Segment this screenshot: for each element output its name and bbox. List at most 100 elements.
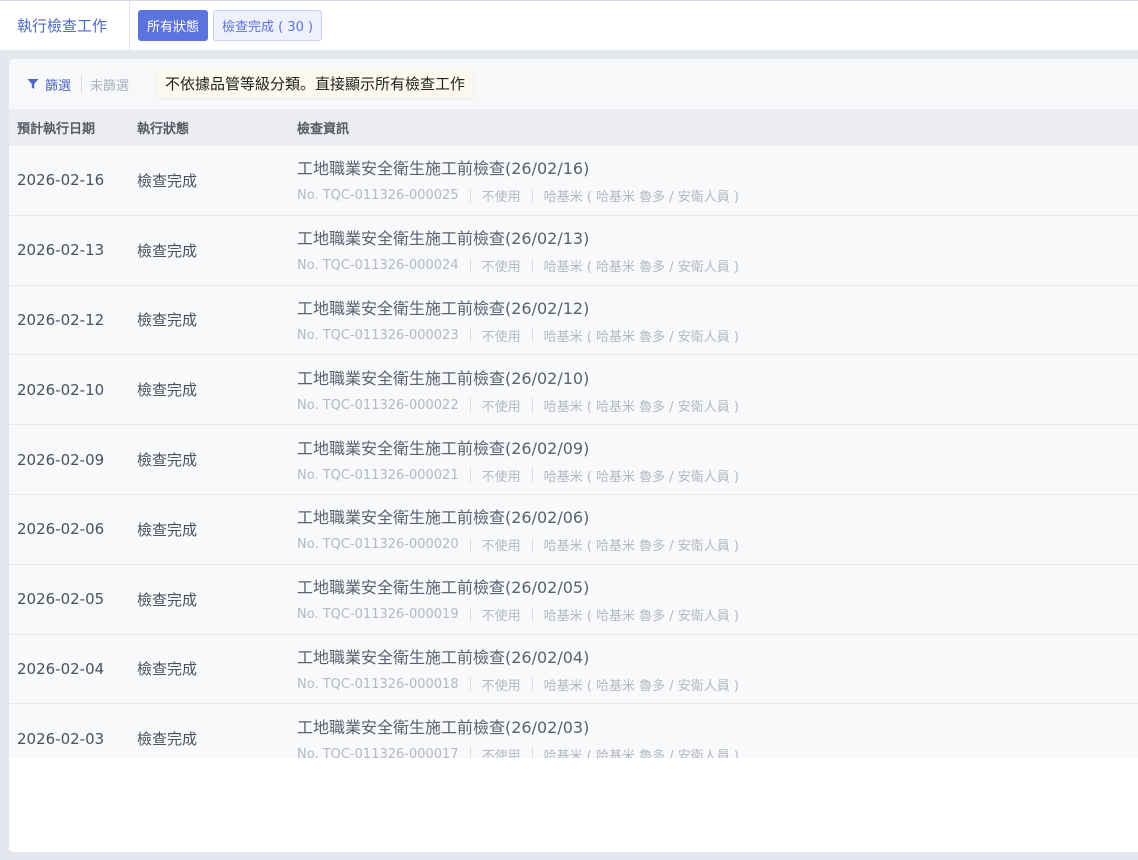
top-bar: 執行檢查工作 所有狀態 檢查完成 ( 30 ) <box>0 0 1138 51</box>
meta-divider <box>469 328 471 343</box>
row-meta: No. TQC-011326-000025 不使用 哈基米 ( 哈基米 魯多 /… <box>297 186 1138 205</box>
row-usage: 不使用 <box>481 190 521 206</box>
column-header-info: 檢查資訊 <box>297 122 350 137</box>
table-row[interactable]: 2026-02-06 檢查完成 工地職業安全衛生施工前檢查(26/02/06) … <box>9 494 1138 565</box>
row-status: 檢查完成 <box>137 590 198 609</box>
row-person: 哈基米 ( 哈基米 魯多 / 安衛人員 ) <box>543 190 739 206</box>
filter-button-label: 篩選 <box>45 78 72 94</box>
meta-divider <box>531 398 533 413</box>
row-title: 工地職業安全衛生施工前檢查(26/02/16) <box>297 159 590 179</box>
table-row[interactable]: 2026-02-10 檢查完成 工地職業安全衛生施工前檢查(26/02/10) … <box>9 355 1138 426</box>
row-meta: No. TQC-011326-000018 不使用 哈基米 ( 哈基米 魯多 /… <box>297 675 1138 694</box>
row-number: No. TQC-011326-000021 <box>297 467 459 483</box>
meta-divider <box>469 398 471 413</box>
row-info: 工地職業安全衛生施工前檢查(26/02/09) No. TQC-011326-0… <box>297 435 1138 485</box>
meta-divider <box>469 677 471 692</box>
filter-divider <box>81 74 83 94</box>
meta-divider <box>469 188 471 203</box>
table-row[interactable]: 2026-02-04 檢查完成 工地職業安全衛生施工前檢查(26/02/04) … <box>9 634 1138 705</box>
row-number: No. TQC-011326-000025 <box>297 188 459 204</box>
meta-divider <box>531 328 533 343</box>
row-info: 工地職業安全衛生施工前檢查(26/02/13) No. TQC-011326-0… <box>297 225 1138 275</box>
row-number: No. TQC-011326-000020 <box>297 537 459 553</box>
meta-divider <box>531 468 533 483</box>
filter-bar: 篩選 未篩選 不依據品管等級分類。直接顯示所有檢查工作 <box>9 59 1138 109</box>
table-row[interactable]: 2026-02-12 檢查完成 工地職業安全衛生施工前檢查(26/02/12) … <box>9 285 1138 356</box>
row-number: No. TQC-011326-000022 <box>297 397 459 413</box>
row-info: 工地職業安全衛生施工前檢查(26/02/03) No. TQC-011326-0… <box>297 714 1138 764</box>
row-usage: 不使用 <box>481 399 521 415</box>
row-person: 哈基米 ( 哈基米 魯多 / 安衛人員 ) <box>543 260 739 276</box>
row-status: 檢查完成 <box>137 520 198 539</box>
row-date: 2026-02-10 <box>17 380 105 399</box>
row-meta: No. TQC-011326-000024 不使用 哈基米 ( 哈基米 魯多 /… <box>297 256 1138 275</box>
row-date: 2026-02-09 <box>17 450 105 469</box>
row-title: 工地職業安全衛生施工前檢查(26/02/13) <box>297 229 590 249</box>
row-date: 2026-02-04 <box>17 659 105 678</box>
task-list-panel: 篩選 未篩選 不依據品管等級分類。直接顯示所有檢查工作 預計執行日期 執行狀態 … <box>9 59 1138 852</box>
row-number: No. TQC-011326-000019 <box>297 607 459 623</box>
row-date: 2026-02-12 <box>17 310 105 329</box>
row-status: 檢查完成 <box>137 730 198 749</box>
row-date: 2026-02-16 <box>17 171 105 190</box>
filter-button[interactable]: 篩選 <box>27 75 71 94</box>
row-info: 工地職業安全衛生施工前檢查(26/02/05) No. TQC-011326-0… <box>297 574 1138 624</box>
row-number: No. TQC-011326-000018 <box>297 676 459 692</box>
row-usage: 不使用 <box>481 469 521 485</box>
row-usage: 不使用 <box>481 329 521 345</box>
meta-divider <box>469 537 471 552</box>
meta-divider <box>469 258 471 273</box>
table-row[interactable]: 2026-02-16 檢查完成 工地職業安全衛生施工前檢查(26/02/16) … <box>9 146 1138 216</box>
meta-divider <box>531 188 533 203</box>
table-body: 2026-02-16 檢查完成 工地職業安全衛生施工前檢查(26/02/16) … <box>9 146 1138 805</box>
row-title: 工地職業安全衛生施工前檢查(26/02/05) <box>297 578 590 598</box>
row-usage: 不使用 <box>481 260 521 276</box>
table-row[interactable]: 2026-02-09 檢查完成 工地職業安全衛生施工前檢查(26/02/09) … <box>9 425 1138 495</box>
row-meta: No. TQC-011326-000022 不使用 哈基米 ( 哈基米 魯多 /… <box>297 396 1138 415</box>
row-info: 工地職業安全衛生施工前檢查(26/02/16) No. TQC-011326-0… <box>297 155 1138 205</box>
row-status: 檢查完成 <box>137 241 198 260</box>
row-meta: No. TQC-011326-000020 不使用 哈基米 ( 哈基米 魯多 /… <box>297 535 1138 554</box>
filter-icon <box>27 79 39 89</box>
row-number: No. TQC-011326-000024 <box>297 258 459 274</box>
row-person: 哈基米 ( 哈基米 魯多 / 安衛人員 ) <box>543 609 739 625</box>
row-meta: No. TQC-011326-000023 不使用 哈基米 ( 哈基米 魯多 /… <box>297 326 1138 345</box>
meta-divider <box>469 468 471 483</box>
row-person: 哈基米 ( 哈基米 魯多 / 安衛人員 ) <box>543 539 739 555</box>
row-usage: 不使用 <box>481 609 521 625</box>
row-title: 工地職業安全衛生施工前檢查(26/02/04) <box>297 647 590 667</box>
row-date: 2026-02-06 <box>17 520 105 539</box>
row-title: 工地職業安全衛生施工前檢查(26/02/12) <box>297 298 590 318</box>
row-status: 檢查完成 <box>137 381 198 400</box>
status-all-button[interactable]: 所有狀態 <box>138 10 209 41</box>
row-usage: 不使用 <box>481 678 521 694</box>
row-person: 哈基米 ( 哈基米 魯多 / 安衛人員 ) <box>543 329 739 345</box>
row-info: 工地職業安全衛生施工前檢查(26/02/10) No. TQC-011326-0… <box>297 365 1138 415</box>
row-number: No. TQC-011326-000023 <box>297 327 459 343</box>
row-status: 檢查完成 <box>137 660 198 679</box>
table-footer-blank <box>9 758 1138 805</box>
row-meta: No. TQC-011326-000021 不使用 哈基米 ( 哈基米 魯多 /… <box>297 466 1138 485</box>
row-date: 2026-02-03 <box>17 729 105 748</box>
table-row[interactable]: 2026-02-13 檢查完成 工地職業安全衛生施工前檢查(26/02/13) … <box>9 215 1138 286</box>
row-usage: 不使用 <box>481 539 521 555</box>
table-header: 預計執行日期 執行狀態 檢查資訊 <box>9 109 1138 146</box>
row-person: 哈基米 ( 哈基米 魯多 / 安衛人員 ) <box>543 399 739 415</box>
meta-divider <box>531 258 533 273</box>
meta-divider <box>531 677 533 692</box>
meta-divider <box>531 607 533 622</box>
filter-state-label: 未篩選 <box>90 78 130 94</box>
row-title: 工地職業安全衛生施工前檢查(26/02/09) <box>297 438 590 458</box>
row-person: 哈基米 ( 哈基米 魯多 / 安衛人員 ) <box>543 678 739 694</box>
column-header-date: 預計執行日期 <box>17 122 96 137</box>
row-date: 2026-02-13 <box>17 241 105 260</box>
page-title: 執行檢查工作 <box>0 0 130 51</box>
row-title: 工地職業安全衛生施工前檢查(26/02/03) <box>297 717 590 737</box>
meta-divider <box>469 607 471 622</box>
filter-tooltip: 不依據品管等級分類。直接顯示所有檢查工作 <box>157 69 474 98</box>
row-status: 檢查完成 <box>137 311 198 330</box>
table-row[interactable]: 2026-02-05 檢查完成 工地職業安全衛生施工前檢查(26/02/05) … <box>9 564 1138 635</box>
status-done-button[interactable]: 檢查完成 ( 30 ) <box>213 10 323 41</box>
row-title: 工地職業安全衛生施工前檢查(26/02/06) <box>297 508 590 528</box>
row-title: 工地職業安全衛生施工前檢查(26/02/10) <box>297 368 590 388</box>
